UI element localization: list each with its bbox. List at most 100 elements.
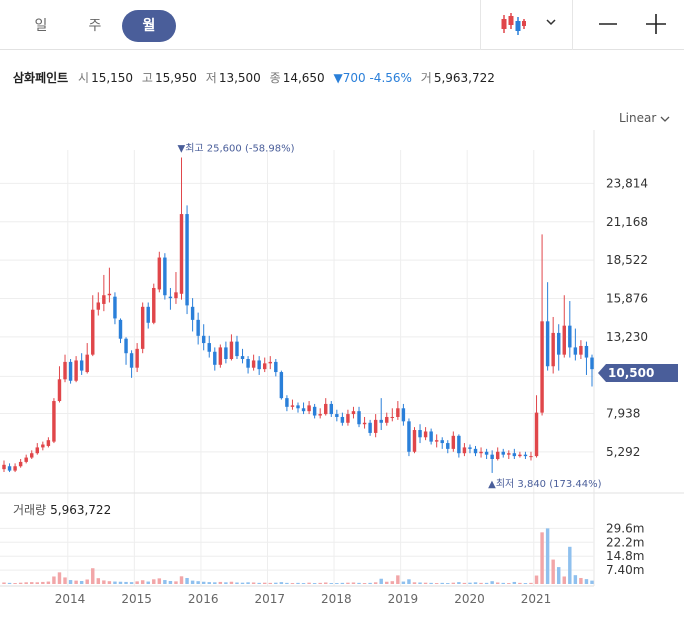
volume-bar <box>146 581 150 584</box>
candle-body <box>63 361 67 380</box>
candle-body <box>490 454 494 460</box>
volume-bar <box>7 582 12 584</box>
volume-bar <box>124 581 128 584</box>
year-tick-label: 2021 <box>521 592 552 606</box>
volume-bar <box>562 576 566 584</box>
volume-bar <box>52 576 56 584</box>
volume-bar <box>373 582 378 584</box>
candle-body <box>440 440 444 444</box>
candle-body <box>107 293 112 296</box>
candle-body <box>473 448 478 454</box>
candle-body <box>418 430 422 438</box>
volume-tick-label: 29.6m <box>606 521 644 535</box>
candle-body <box>484 451 489 455</box>
volume-bar <box>185 577 189 584</box>
volume-panel-title: 거래량 5,963,722 <box>13 501 111 518</box>
candle-body <box>118 319 123 339</box>
volume-bar <box>240 582 245 584</box>
volume-bar <box>107 581 112 584</box>
candle-body <box>79 360 84 371</box>
volume-bar <box>213 582 217 584</box>
volume-bar <box>390 581 395 584</box>
volume-bar <box>140 580 145 584</box>
volume-bar <box>262 582 267 584</box>
candle-body <box>229 341 234 360</box>
volume-bar <box>296 582 300 584</box>
volume-bar <box>96 578 101 584</box>
candle-body <box>529 456 533 458</box>
candle-body <box>457 435 461 454</box>
volume-bar <box>268 582 272 584</box>
candle-body <box>146 306 150 323</box>
candle-body <box>518 454 522 457</box>
volume-bar <box>379 578 383 584</box>
candle-body <box>346 414 350 423</box>
volume-bar <box>91 568 95 584</box>
candle-body <box>357 411 361 425</box>
candle-body <box>584 345 589 358</box>
year-tick-label: 2014 <box>55 592 86 606</box>
candle-body <box>201 335 206 344</box>
candle-body <box>13 466 17 471</box>
candle-body <box>551 332 555 367</box>
candle-body <box>401 408 406 422</box>
volume-bar <box>507 583 511 584</box>
current-price-value: 10,500 <box>608 366 655 380</box>
candle-body <box>251 360 256 368</box>
candle-body <box>556 332 561 355</box>
volume-bar <box>157 578 162 584</box>
volume-bar <box>534 575 539 584</box>
volume-bar <box>529 582 533 584</box>
candle-body <box>207 343 211 352</box>
candle-body <box>545 321 550 367</box>
volume-bar <box>85 579 89 584</box>
volume-bar <box>274 582 278 584</box>
volume-bar <box>385 581 389 584</box>
volume-bar <box>551 559 555 584</box>
candle-body <box>7 466 12 471</box>
volume-bar <box>418 582 422 584</box>
volume-bar <box>318 582 322 584</box>
volume-bar <box>495 582 500 584</box>
candle-body <box>312 406 317 416</box>
candle-body <box>307 405 311 412</box>
volume-bar <box>129 582 134 584</box>
volume-bar <box>579 577 583 584</box>
candle-body <box>501 451 505 455</box>
volume-bar <box>41 581 45 584</box>
candle-body <box>290 405 295 407</box>
volume-bar <box>324 582 328 584</box>
volume-bar <box>434 583 439 584</box>
candle-body <box>129 353 134 368</box>
volume-bar <box>201 581 206 584</box>
volume-tick-label: 7.40m <box>606 563 644 577</box>
volume-bar <box>168 580 173 584</box>
volume-bar <box>30 582 34 584</box>
candle-body <box>579 345 583 355</box>
candle-body <box>329 403 334 415</box>
candle-body <box>568 325 572 348</box>
volume-bar <box>512 581 517 584</box>
volume-bar <box>590 580 594 584</box>
price-chart[interactable]: 23,814 21,168 18,522 15,876 13,230 7,938 5,292… <box>0 0 684 632</box>
candle-body <box>368 422 372 433</box>
candle-body <box>152 287 156 323</box>
candle-body <box>102 295 106 304</box>
volume-bar <box>2 582 6 584</box>
candle-body <box>179 214 184 294</box>
candle-body <box>18 461 23 467</box>
year-tick-label: 2019 <box>388 592 419 606</box>
volume-bar <box>235 582 239 584</box>
volume-bar <box>196 581 200 584</box>
volume-bar <box>329 583 334 584</box>
volume-bar <box>163 580 167 584</box>
candle-body <box>240 356 245 360</box>
candle-body <box>174 292 178 299</box>
volume-bar <box>102 580 106 584</box>
candle-body <box>468 447 472 449</box>
volume-bar <box>346 582 350 584</box>
volume-bar <box>523 583 528 584</box>
volume-bar <box>290 583 295 584</box>
candle-body <box>495 451 500 460</box>
candle-body <box>540 321 544 413</box>
